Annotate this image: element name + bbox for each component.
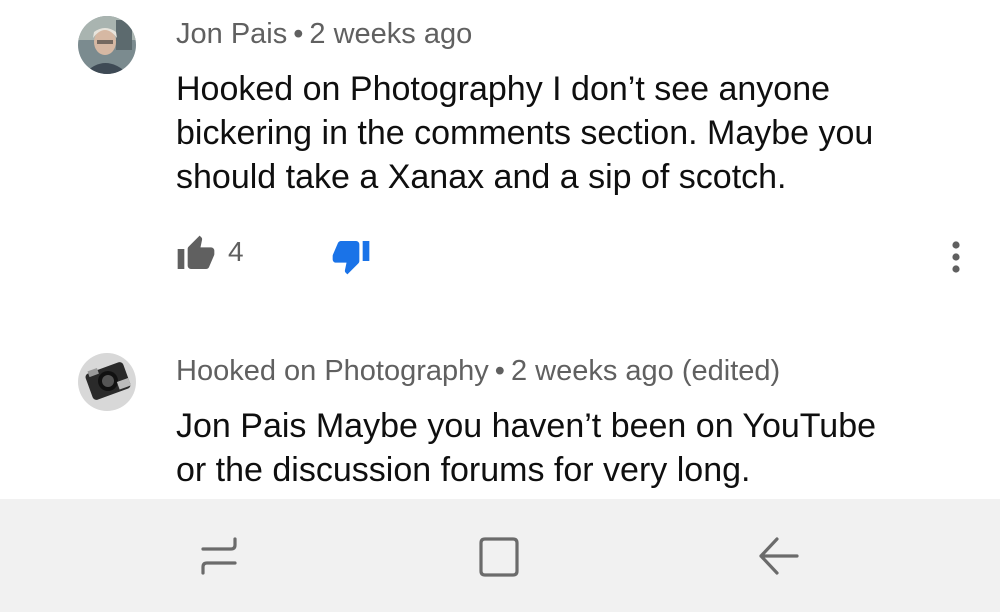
comment-text-line: Hooked on Photography I don’t see anyone [176, 70, 831, 108]
more-options-button[interactable] [948, 238, 964, 278]
comment-text: Hooked on Photography I don’t see anyone… [176, 67, 976, 199]
comment-meta: Jon Pais • 2 weeks ago [176, 18, 472, 51]
comment-text-line: Jon Pais Maybe you haven’t been on YouTu… [176, 407, 877, 445]
recents-icon [201, 537, 237, 575]
comment-actions: 4 [176, 234, 976, 276]
comment-author[interactable]: Jon Pais [176, 18, 287, 50]
comment-text-line: should take a Xanax and a sip of scotch. [176, 158, 787, 196]
system-navigation-bar [0, 499, 1000, 612]
comment-author[interactable]: Hooked on Photography [176, 355, 489, 387]
recents-button[interactable] [195, 531, 245, 581]
back-button[interactable] [753, 531, 803, 581]
separator-dot: • [293, 18, 304, 50]
back-icon [759, 537, 799, 575]
avatar[interactable] [78, 16, 136, 74]
comment-text: Jon Pais Maybe you haven’t been on YouTu… [176, 404, 976, 492]
like-button[interactable] [176, 234, 216, 274]
comment-time: 2 weeks ago [309, 18, 473, 50]
comment-text-line: bickering in the comments section. Maybe… [176, 114, 874, 152]
separator-dot: • [494, 355, 505, 387]
dislike-button[interactable] [331, 236, 371, 276]
home-icon [479, 537, 519, 577]
thumbs-down-icon [332, 241, 370, 275]
more-vert-icon [952, 241, 960, 273]
thumbs-up-icon [177, 235, 215, 269]
avatar[interactable] [78, 353, 136, 411]
comment-meta: Hooked on Photography • 2 weeks ago (edite… [176, 355, 780, 388]
comment-text-line: or the discussion forums for very long. [176, 451, 751, 489]
like-count: 4 [228, 236, 244, 267]
home-button[interactable] [473, 531, 523, 581]
comment-time: 2 weeks ago (edited) [510, 355, 781, 387]
